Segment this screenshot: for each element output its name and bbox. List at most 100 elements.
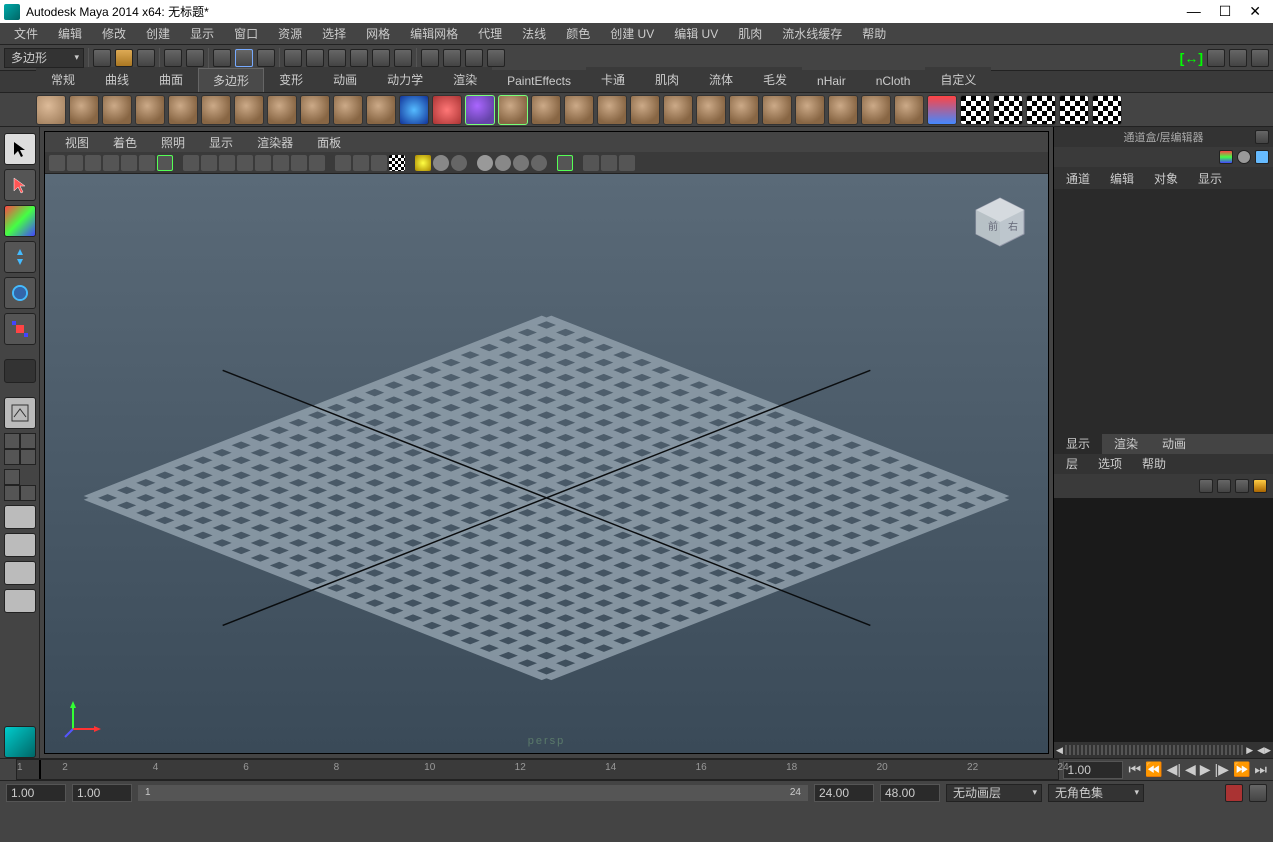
menu-代理[interactable]: 代理 — [468, 23, 512, 44]
layer-menu-层[interactable]: 层 — [1058, 455, 1086, 472]
vp-hq-icon[interactable] — [371, 155, 387, 171]
undo-icon[interactable] — [164, 49, 182, 67]
vp-menu-着色[interactable]: 着色 — [101, 134, 149, 151]
vp-menu-显示[interactable]: 显示 — [197, 134, 245, 151]
play-back-button[interactable]: ◀ — [1185, 761, 1196, 778]
channel-box-toggle-icon[interactable] — [1251, 49, 1269, 67]
hyperbolic-icon[interactable] — [1255, 150, 1269, 164]
layer-new-empty-icon[interactable] — [1235, 479, 1249, 493]
vp-menu-视图[interactable]: 视图 — [53, 134, 101, 151]
vp-shadows-icon[interactable] — [353, 155, 369, 171]
select-component-icon[interactable] — [257, 49, 275, 67]
sculpt-geo-icon[interactable] — [432, 95, 462, 125]
snap-toggle-icon[interactable] — [394, 49, 412, 67]
create-poly-tool-icon[interactable] — [465, 95, 495, 125]
vp-isolate-select-icon[interactable] — [513, 155, 529, 171]
layer-tab-动画[interactable]: 动画 — [1150, 433, 1198, 454]
anim-layer-dropdown[interactable]: 无动画层 — [946, 784, 1042, 802]
snap-plane-icon[interactable] — [350, 49, 368, 67]
maya-home-icon[interactable] — [4, 726, 36, 758]
menu-创建[interactable]: 创建 — [136, 23, 180, 44]
persp-outliner-layout[interactable] — [4, 505, 36, 529]
persp-graph-layout[interactable] — [4, 533, 36, 557]
vp-isolate-light2-icon[interactable] — [433, 155, 449, 171]
combine-icon[interactable] — [531, 95, 561, 125]
layer-tab-显示[interactable]: 显示 — [1054, 433, 1102, 454]
uv-spherical-icon[interactable] — [1026, 95, 1056, 125]
uv-auto-icon[interactable] — [1059, 95, 1089, 125]
menu-窗口[interactable]: 窗口 — [224, 23, 268, 44]
menu-显示[interactable]: 显示 — [180, 23, 224, 44]
four-view-layout[interactable] — [4, 433, 36, 465]
vp-2d-pan-icon[interactable] — [103, 155, 119, 171]
attribute-editor-toggle-icon[interactable] — [1207, 49, 1225, 67]
shelf-tab-渲染[interactable]: 渲染 — [438, 67, 492, 92]
vp-wireshaded-icon[interactable] — [291, 155, 307, 171]
channel-tab-显示[interactable]: 显示 — [1190, 168, 1230, 189]
vp-exposure-icon[interactable] — [557, 155, 573, 171]
close-button[interactable]: ✕ — [1249, 3, 1261, 20]
vp-ssao-icon[interactable] — [389, 155, 405, 171]
vp-textured-icon[interactable] — [309, 155, 325, 171]
lasso-tool[interactable] — [4, 169, 36, 201]
poly-soccer-icon[interactable] — [333, 95, 363, 125]
select-tool[interactable] — [4, 133, 36, 165]
poly-cylinder-icon[interactable] — [102, 95, 132, 125]
range-handle-end[interactable]: 24 — [790, 787, 801, 798]
paint-select-tool[interactable] — [4, 205, 36, 237]
uv-planar-icon[interactable] — [960, 95, 990, 125]
last-tool[interactable] — [4, 359, 36, 383]
custom-layout[interactable] — [4, 589, 36, 613]
input-line-icon[interactable]: [↔] — [1180, 50, 1203, 66]
render-current-icon[interactable] — [443, 49, 461, 67]
menu-颜色[interactable]: 颜色 — [556, 23, 600, 44]
time-cursor[interactable] — [39, 760, 41, 779]
cut-faces-icon[interactable] — [828, 95, 858, 125]
poly-helix-icon[interactable] — [300, 95, 330, 125]
step-back-key-button[interactable]: ⏪ — [1145, 761, 1162, 778]
anim-start-field[interactable]: 1.00 — [6, 784, 66, 802]
booleans-icon[interactable] — [630, 95, 660, 125]
select-hierarchy-icon[interactable] — [213, 49, 231, 67]
vp-safe-action-icon[interactable] — [219, 155, 235, 171]
anim-end-field[interactable]: 48.00 — [880, 784, 940, 802]
viewport-3d[interactable]: 前 右 persp — [45, 174, 1048, 753]
vp-viewport2-icon[interactable] — [601, 155, 617, 171]
uv-editor-icon[interactable] — [1092, 95, 1122, 125]
vp-film-gate-icon[interactable] — [139, 155, 155, 171]
poly-prism-icon[interactable] — [234, 95, 264, 125]
subdivide-icon[interactable] — [696, 95, 726, 125]
speed-icon[interactable] — [1237, 150, 1251, 164]
maximize-button[interactable]: ☐ — [1219, 3, 1232, 20]
time-ruler[interactable]: 124681012141618202224 — [16, 759, 1059, 780]
viewcube[interactable]: 前 右 — [970, 192, 1030, 252]
character-set-dropdown[interactable]: 无角色集 — [1048, 784, 1144, 802]
normals-icon[interactable] — [927, 95, 957, 125]
vp-menu-渲染器[interactable]: 渲染器 — [245, 134, 305, 151]
poly-platonic-icon[interactable] — [366, 95, 396, 125]
shelf-tab-动力学[interactable]: 动力学 — [372, 67, 438, 92]
vp-bookmark-icon[interactable] — [67, 155, 83, 171]
vp-shaded-icon[interactable] — [273, 155, 289, 171]
layer-move-up-icon[interactable] — [1199, 479, 1213, 493]
open-scene-icon[interactable] — [115, 49, 133, 67]
split-poly-icon[interactable] — [861, 95, 891, 125]
vp-image-plane-icon[interactable] — [85, 155, 101, 171]
shelf-tab-常规[interactable]: 常规 — [36, 67, 90, 92]
hypershade-layout[interactable] — [4, 561, 36, 585]
single-perspective-layout[interactable] — [4, 397, 36, 429]
vp-menu-照明[interactable]: 照明 — [149, 134, 197, 151]
panel-dock-icon[interactable] — [1255, 130, 1269, 144]
menu-选择[interactable]: 选择 — [312, 23, 356, 44]
ipr-render-icon[interactable] — [465, 49, 483, 67]
menu-流水线缓存[interactable]: 流水线缓存 — [772, 23, 852, 44]
poly-torus-icon[interactable] — [201, 95, 231, 125]
layer-tab-渲染[interactable]: 渲染 — [1102, 433, 1150, 454]
poly-pipe-icon[interactable] — [267, 95, 297, 125]
vp-isolate-light3-icon[interactable] — [451, 155, 467, 171]
vp-grid-icon[interactable] — [183, 155, 199, 171]
vp-default-mat-icon[interactable] — [531, 155, 547, 171]
vp-renderer-icon[interactable] — [583, 155, 599, 171]
manip-icon[interactable] — [1219, 150, 1233, 164]
shelf-tab-自定义[interactable]: 自定义 — [925, 67, 991, 92]
